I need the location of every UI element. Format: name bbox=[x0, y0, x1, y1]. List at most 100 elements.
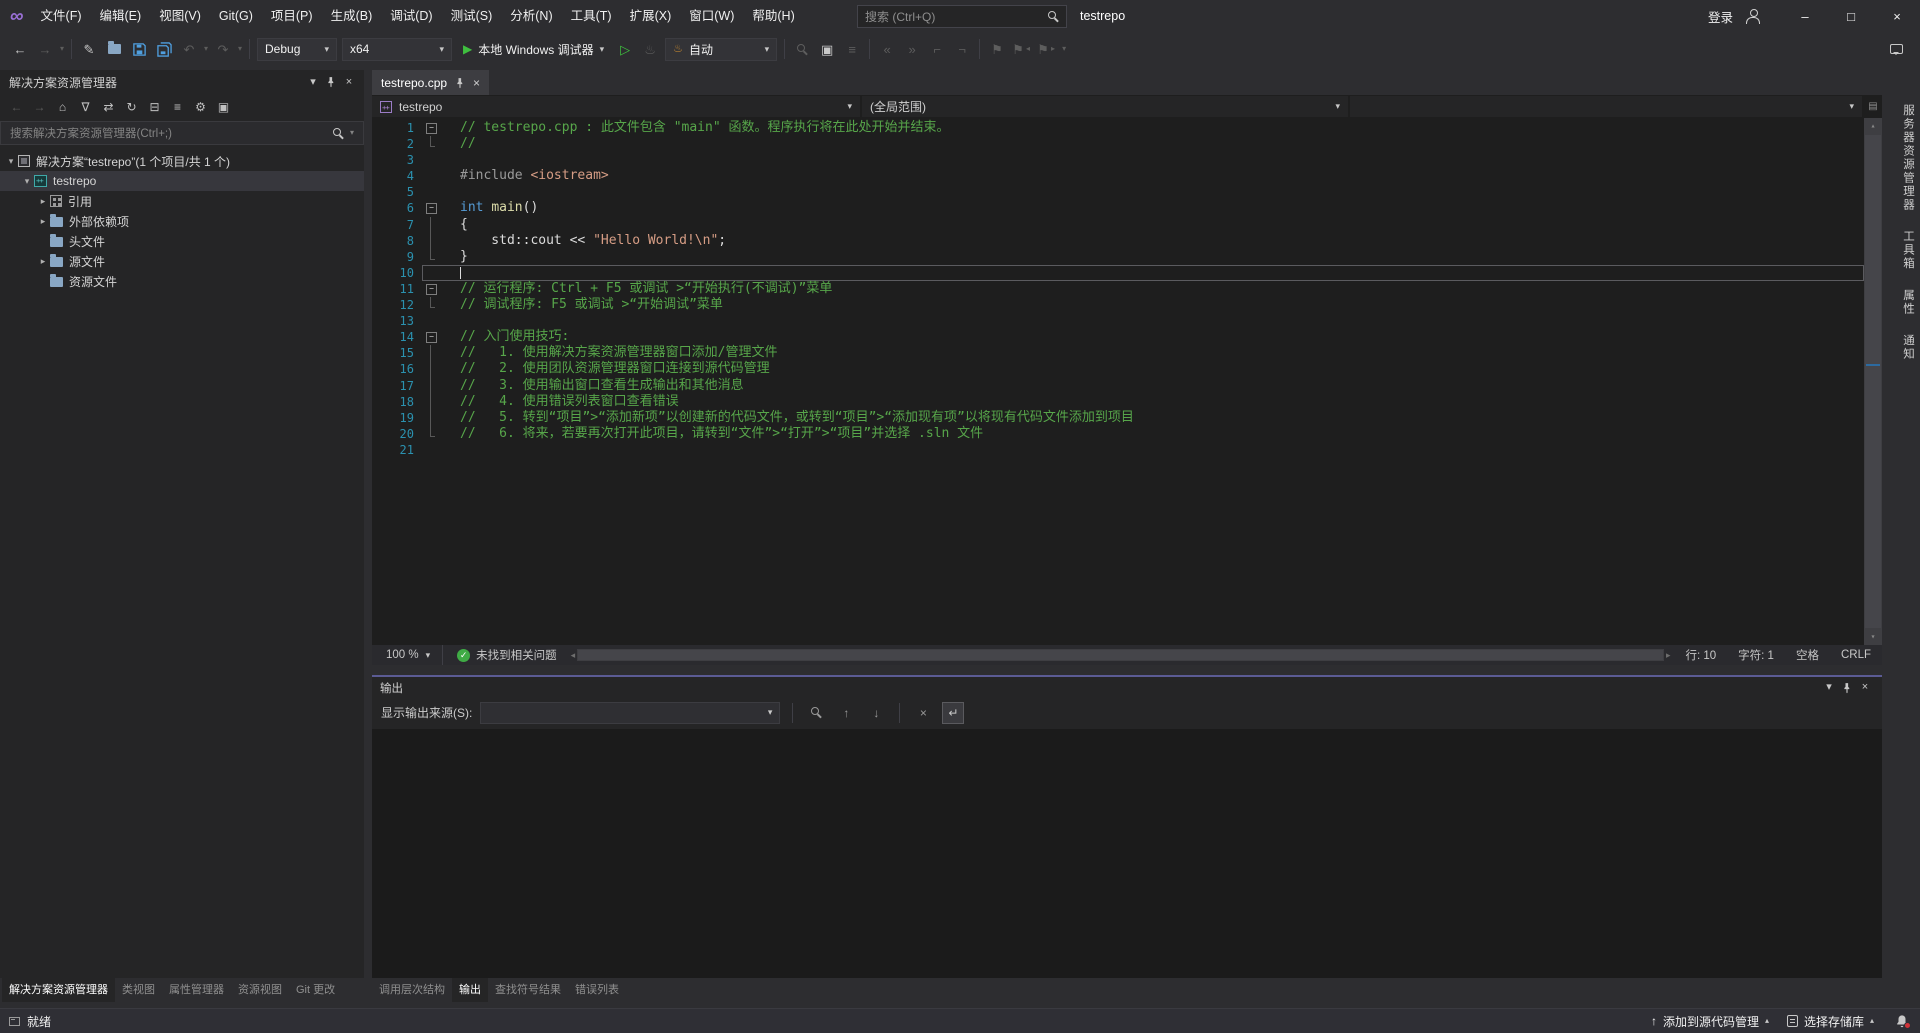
search-options-icon[interactable] bbox=[350, 129, 354, 137]
background-tasks-icon[interactable] bbox=[9, 1017, 20, 1026]
expand-arrow-icon[interactable] bbox=[20, 177, 34, 186]
scroll-up-icon[interactable] bbox=[1864, 118, 1882, 134]
tree-item[interactable]: 资源文件 bbox=[0, 271, 364, 291]
code-line[interactable]: 2// bbox=[372, 136, 1882, 152]
code-line[interactable]: 11// 运行程序: Ctrl + F5 或调试 >“开始执行(不调试)”菜单 bbox=[372, 281, 1882, 297]
output-source-dropdown[interactable] bbox=[480, 702, 780, 724]
fold-collapse-icon[interactable] bbox=[422, 120, 442, 136]
menu-item[interactable]: 调试(D) bbox=[381, 0, 441, 33]
project-dropdown[interactable]: testrepo bbox=[372, 96, 860, 117]
properties-icon[interactable] bbox=[190, 97, 211, 118]
find-in-files-icon[interactable] bbox=[790, 37, 814, 61]
close-panel-icon[interactable] bbox=[1856, 679, 1874, 697]
spaces-indicator[interactable]: 空格 bbox=[1785, 647, 1830, 663]
horizontal-scrollbar-track[interactable] bbox=[577, 649, 1664, 661]
save-all-icon[interactable] bbox=[152, 37, 176, 61]
pin-tab-icon[interactable] bbox=[454, 77, 466, 89]
code-line[interactable]: 15// 1. 使用解决方案资源管理器窗口添加/管理文件 bbox=[372, 345, 1882, 361]
auto-hide-pin-icon[interactable] bbox=[322, 73, 340, 91]
menu-item[interactable]: 文件(F) bbox=[32, 0, 91, 33]
solution-configuration-dropdown[interactable]: Debug bbox=[257, 38, 337, 61]
menu-item[interactable]: 视图(V) bbox=[150, 0, 210, 33]
menu-item[interactable]: 生成(B) bbox=[322, 0, 382, 33]
window-position-icon[interactable] bbox=[1820, 679, 1838, 697]
tree-item[interactable]: 引用 bbox=[0, 191, 364, 211]
bottom-panel-tab[interactable]: 调用层次结构 bbox=[372, 978, 452, 1002]
left-panel-tab[interactable]: Git 更改 bbox=[289, 978, 342, 1002]
toggle-word-wrap-icon[interactable] bbox=[942, 702, 964, 724]
document-tab-testrepo-cpp[interactable]: testrepo.cpp bbox=[372, 70, 489, 95]
solution-explorer-titlebar[interactable]: 解决方案资源管理器 bbox=[0, 70, 364, 94]
navigate-symbol-icon[interactable] bbox=[840, 37, 864, 61]
user-account-icon[interactable] bbox=[1745, 9, 1760, 24]
code-line[interactable]: 6int main() bbox=[372, 200, 1882, 216]
vertical-scrollbar-thumb[interactable] bbox=[1865, 135, 1881, 628]
menu-item[interactable]: 编辑(E) bbox=[91, 0, 151, 33]
code-line[interactable]: 20// 6. 将来，若要再次打开此项目，请转到“文件”>“打开”>“项目”并选… bbox=[372, 426, 1882, 442]
code-line[interactable]: 12// 调试程序: F5 或调试 >“开始调试”菜单 bbox=[372, 297, 1882, 313]
next-bookmark-icon[interactable] bbox=[1035, 37, 1059, 61]
comment-selection-icon[interactable] bbox=[925, 37, 949, 61]
right-tool-tab[interactable]: 服务器资源管理器 bbox=[1900, 104, 1916, 212]
hot-reload-mode-dropdown[interactable]: 自动 bbox=[665, 38, 777, 61]
maximize-button[interactable] bbox=[1828, 0, 1874, 33]
hot-reload-icon[interactable] bbox=[638, 37, 662, 61]
output-panel-titlebar[interactable]: 输出 bbox=[372, 677, 1882, 698]
toolbar-overflow-icon[interactable] bbox=[1060, 45, 1068, 53]
start-without-debugging-icon[interactable] bbox=[613, 37, 637, 61]
expand-arrow-icon[interactable] bbox=[36, 217, 50, 226]
code-line[interactable]: 4#include <iostream> bbox=[372, 168, 1882, 184]
vertical-scrollbar[interactable] bbox=[1864, 118, 1882, 645]
sign-in-button[interactable]: 登录 bbox=[1708, 7, 1733, 26]
navigate-forward-icon[interactable] bbox=[33, 37, 57, 61]
menu-item[interactable]: 分析(N) bbox=[501, 0, 561, 33]
horizontal-scrollbar-thumb[interactable] bbox=[578, 650, 1663, 660]
code-line[interactable]: 13 bbox=[372, 313, 1882, 329]
filter-icon[interactable] bbox=[75, 97, 96, 118]
toggle-bookmark-icon[interactable] bbox=[985, 37, 1009, 61]
add-to-source-control-button[interactable]: 添加到源代码管理 bbox=[1645, 1013, 1775, 1030]
preview-selected-items-icon[interactable] bbox=[213, 97, 234, 118]
bottom-panel-tab[interactable]: 查找符号结果 bbox=[488, 978, 568, 1002]
scroll-left-icon[interactable] bbox=[571, 651, 576, 660]
scroll-right-icon[interactable] bbox=[1666, 651, 1671, 660]
code-line[interactable]: 16// 2. 使用团队资源管理器窗口连接到源代码管理 bbox=[372, 361, 1882, 377]
refresh-icon[interactable] bbox=[121, 97, 142, 118]
redo-dropdown-icon[interactable] bbox=[236, 45, 244, 53]
menu-item[interactable]: 帮助(H) bbox=[743, 0, 803, 33]
code-line[interactable]: 5 bbox=[372, 184, 1882, 200]
code-line[interactable]: 9} bbox=[372, 249, 1882, 265]
tree-item[interactable]: 外部依赖项 bbox=[0, 211, 364, 231]
right-tool-tab[interactable]: 通知 bbox=[1900, 334, 1916, 361]
solution-platform-dropdown[interactable]: x64 bbox=[342, 38, 452, 61]
code-line[interactable]: 21 bbox=[372, 442, 1882, 458]
home-icon[interactable] bbox=[52, 97, 73, 118]
uncomment-selection-icon[interactable] bbox=[950, 37, 974, 61]
redo-icon[interactable] bbox=[211, 37, 235, 61]
tree-item[interactable]: 源文件 bbox=[0, 251, 364, 271]
menu-item[interactable]: 窗口(W) bbox=[680, 0, 743, 33]
navigate-back-icon[interactable] bbox=[8, 37, 32, 61]
member-dropdown[interactable] bbox=[1350, 96, 1862, 117]
code-line[interactable]: 10 bbox=[372, 265, 1882, 281]
right-tool-tab[interactable]: 属性 bbox=[1900, 289, 1916, 316]
navigation-dropdown-icon[interactable] bbox=[58, 45, 66, 53]
document-health-indicator[interactable]: 未找到相关问题 bbox=[447, 647, 567, 663]
split-editor-button[interactable] bbox=[1864, 96, 1882, 117]
notifications-button[interactable] bbox=[1894, 1013, 1910, 1029]
menu-item[interactable]: 扩展(X) bbox=[621, 0, 681, 33]
attach-to-process-icon[interactable] bbox=[815, 37, 839, 61]
code-line[interactable]: 1// testrepo.cpp : 此文件包含 "main" 函数。程序执行将… bbox=[372, 120, 1882, 136]
tree-item[interactable]: 解决方案“testrepo”(1 个项目/共 1 个) bbox=[0, 151, 364, 171]
tree-item[interactable]: 头文件 bbox=[0, 231, 364, 251]
previous-bookmark-icon[interactable] bbox=[1010, 37, 1034, 61]
new-project-icon[interactable] bbox=[77, 37, 101, 61]
output-content[interactable] bbox=[372, 729, 1882, 978]
close-panel-icon[interactable] bbox=[340, 73, 358, 91]
code-line[interactable]: 7{ bbox=[372, 217, 1882, 233]
code-editor[interactable]: 1// testrepo.cpp : 此文件包含 "main" 函数。程序执行将… bbox=[372, 118, 1882, 645]
fold-collapse-icon[interactable] bbox=[422, 329, 442, 345]
close-tab-icon[interactable] bbox=[473, 77, 480, 89]
bottom-panel-tab[interactable]: 输出 bbox=[452, 978, 488, 1002]
zoom-dropdown[interactable]: 100 % bbox=[378, 649, 438, 661]
